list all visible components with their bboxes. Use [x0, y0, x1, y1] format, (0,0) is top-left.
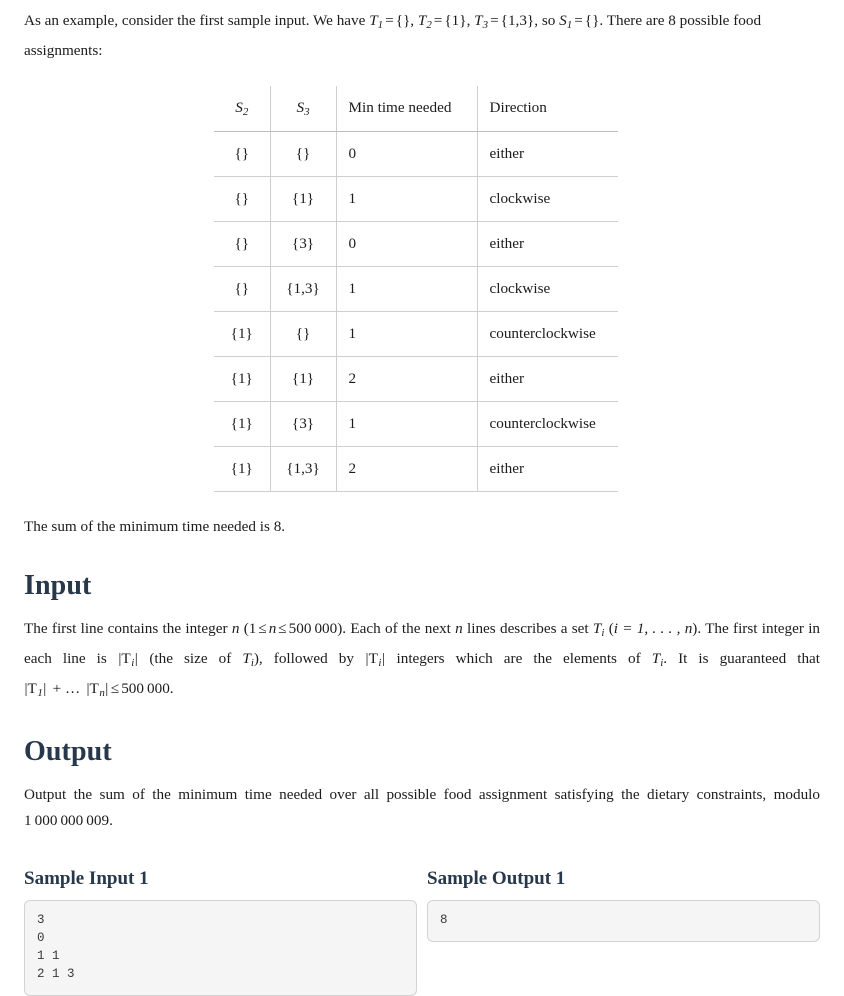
- math-t3: T3 = {1,3}: [474, 12, 535, 32]
- intro-so-text: , so: [534, 12, 560, 29]
- sample-input-box[interactable]: 3 0 1 1 2 1 3: [24, 899, 417, 996]
- sample-section: Sample Input 1 3 0 1 1 2 1 3 Sample Outp…: [24, 868, 820, 996]
- table-row: {1} {} 1 counterclockwise: [214, 311, 618, 357]
- column-header-direction: Direction: [477, 86, 618, 132]
- math-t2: T2 = {1}: [417, 12, 467, 32]
- column-header-s3: S3: [270, 86, 337, 132]
- table-row: {} {3} 0 either: [214, 221, 618, 267]
- example-table-wrapper: S2 S3 Min time needed Direction {} {} 0 …: [24, 86, 820, 492]
- cell-s3: {3}: [270, 401, 337, 447]
- math-ti-3: Ti: [651, 649, 664, 669]
- column-header-min-time: Min time needed: [336, 86, 478, 132]
- cell-min-time: 2: [336, 356, 478, 402]
- cell-min-time: 1: [336, 176, 478, 222]
- table-body: {} {} 0 either {} {1} 1 clockwise {} {3}…: [214, 131, 618, 492]
- math-t1: T1 ={}: [369, 12, 411, 32]
- cell-direction: counterclockwise: [477, 401, 618, 447]
- input-text-c: lines describes a set: [462, 619, 593, 637]
- table-head: S2 S3 Min time needed Direction: [214, 86, 618, 132]
- input-text-b: Each of the next: [346, 619, 456, 637]
- input-description: The first line contains the integer n (1…: [24, 616, 820, 706]
- table-row: {} {1,3} 1 clockwise: [214, 266, 618, 312]
- math-n-bounds: (1 ≤ n ≤500 000).: [243, 619, 347, 637]
- input-text-f: (the size of: [138, 649, 243, 667]
- cell-direction: counterclockwise: [477, 311, 618, 357]
- cell-min-time: 0: [336, 131, 478, 177]
- sample-output-title: Sample Output 1: [427, 867, 566, 889]
- cell-s2: {1}: [214, 401, 271, 447]
- cell-s2: {1}: [214, 356, 271, 402]
- math-abs-ti-2: |Ti|: [365, 649, 385, 669]
- cell-s3: {1,3}: [270, 446, 337, 492]
- cell-direction: either: [477, 356, 618, 402]
- cell-min-time: 2: [336, 446, 478, 492]
- math-s1: S1 ={}: [559, 12, 600, 32]
- problem-statement-page: As an example, consider the first sample…: [0, 0, 844, 996]
- input-text-d: (: [604, 619, 614, 637]
- cell-s3: {1,3}: [270, 266, 337, 312]
- table-row: {1} {3} 1 counterclockwise: [214, 401, 618, 447]
- input-text-i: . It is guaranteed that: [663, 649, 821, 667]
- sample-input-column: Sample Input 1 3 0 1 1 2 1 3: [24, 868, 417, 996]
- sample-output-column: Sample Output 1 8: [427, 868, 820, 996]
- math-modulus: 1 000 000 009: [24, 811, 110, 829]
- table-row: {1} {1} 2 either: [214, 356, 618, 402]
- table-row: {1} {1,3} 2 either: [214, 446, 618, 492]
- sum-statement: The sum of the minimum time needed is 8.: [24, 517, 286, 535]
- cell-s3: {}: [270, 311, 337, 357]
- cell-s3: {1}: [270, 356, 337, 402]
- heading-output: Output: [24, 735, 112, 767]
- math-i-range: i = 1, . . . , n: [613, 619, 693, 637]
- sample-input-title: Sample Input 1: [24, 867, 149, 889]
- cell-direction: clockwise: [477, 176, 618, 222]
- math-ti-2: Ti: [242, 649, 254, 669]
- food-assignment-table: S2 S3 Min time needed Direction {} {} 0 …: [214, 86, 618, 492]
- input-text-h: integers which are the elements of: [385, 649, 652, 667]
- math-ti: Ti: [592, 619, 605, 639]
- output-text-a: Output the sum of the minimum time neede…: [24, 785, 820, 803]
- intro-paragraph: As an example, consider the first sample…: [24, 8, 820, 64]
- output-text-b: .: [109, 811, 113, 829]
- math-n-2: n: [455, 619, 463, 637]
- intro-lead-text: As an example, consider the first sample…: [24, 12, 370, 29]
- cell-s3: {3}: [270, 221, 337, 267]
- cell-min-time: 1: [336, 401, 478, 447]
- cell-s2: {}: [214, 131, 271, 177]
- input-text-end: .: [169, 679, 174, 697]
- cell-direction: either: [477, 221, 618, 267]
- cell-s2: {1}: [214, 311, 271, 357]
- cell-direction: either: [477, 131, 618, 177]
- column-header-s2: S2: [214, 86, 271, 132]
- input-text-a: The first line contains the integer: [24, 619, 232, 637]
- math-n: n: [231, 619, 240, 637]
- cell-direction: clockwise: [477, 266, 618, 312]
- input-text-g: ), followed by: [253, 649, 366, 667]
- cell-s3: {}: [270, 131, 337, 177]
- cell-min-time: 1: [336, 266, 478, 312]
- cell-s3: {1}: [270, 176, 337, 222]
- math-abs-ti: |Ti|: [118, 649, 138, 669]
- heading-input: Input: [24, 569, 92, 601]
- math-sum-bound: |T1| + … |Tn| ≤500 000: [24, 679, 170, 699]
- cell-s2: {}: [214, 176, 271, 222]
- cell-s2: {}: [214, 221, 271, 267]
- table-header-row: S2 S3 Min time needed Direction: [214, 86, 618, 132]
- cell-min-time: 1: [336, 311, 478, 357]
- output-description: Output the sum of the minimum time neede…: [24, 782, 820, 834]
- intro-comma-1: ,: [410, 12, 418, 29]
- cell-s2: {}: [214, 266, 271, 312]
- table-row: {} {} 0 either: [214, 131, 618, 177]
- sample-output-box[interactable]: 8: [427, 899, 820, 942]
- cell-direction: either: [477, 446, 618, 492]
- table-row: {} {1} 1 clockwise: [214, 176, 618, 222]
- cell-s2: {1}: [214, 446, 271, 492]
- cell-min-time: 0: [336, 221, 478, 267]
